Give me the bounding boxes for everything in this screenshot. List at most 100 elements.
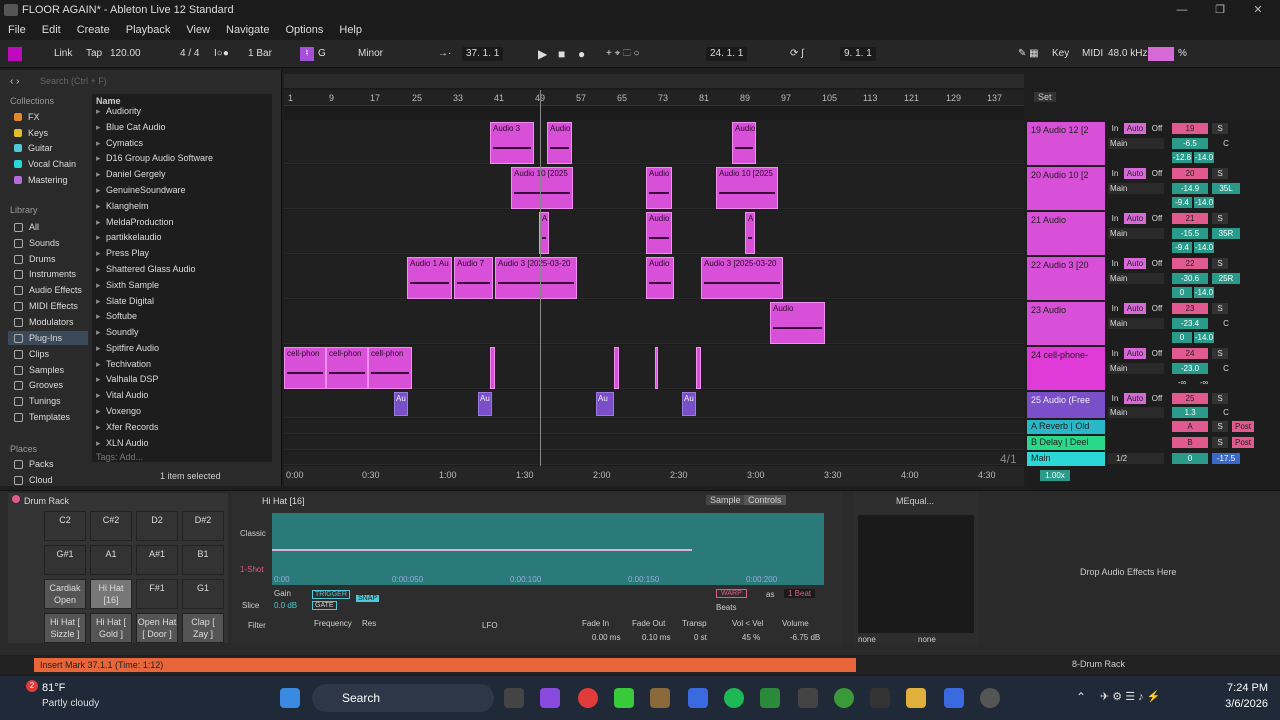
waveform-display[interactable]: 0:00 0:00:050 0:00:100 0:00:150 0:00:200	[272, 513, 824, 585]
scale-toggle-icon[interactable]: ♮	[300, 47, 314, 61]
track-header[interactable]: 19 Audio 12 [2	[1027, 122, 1105, 165]
audio-clip[interactable]	[614, 347, 619, 389]
collection-guitar[interactable]: Guitar	[14, 141, 53, 155]
app-icon[interactable]	[798, 688, 818, 708]
drum-pad[interactable]: Open Hat [ Door ]	[136, 613, 178, 643]
list-item[interactable]: Press Play	[96, 246, 149, 260]
audio-clip[interactable]: Audio 1 Au	[407, 257, 452, 299]
audio-clip[interactable]: Audio	[547, 122, 572, 164]
input-button[interactable]: In	[1108, 393, 1122, 404]
menu-playback[interactable]: Playback	[118, 24, 179, 36]
list-item[interactable]: Techivation	[96, 357, 151, 371]
auto-button[interactable]: Auto	[1124, 348, 1146, 359]
places-packs[interactable]: Packs	[14, 457, 54, 471]
solo-button[interactable]: S	[1212, 348, 1228, 359]
drum-pad[interactable]: G1	[182, 579, 224, 609]
fade-out-value[interactable]: 0.10 ms	[642, 633, 670, 642]
warp-beats[interactable]: 1 Beat	[784, 589, 816, 598]
maximize-button[interactable]: ❐	[1200, 0, 1240, 20]
auto-button[interactable]: Auto	[1124, 123, 1146, 134]
output-select[interactable]: Main	[1108, 363, 1164, 374]
solo-button[interactable]: S	[1212, 437, 1228, 448]
audio-clip[interactable]: Audio 3 [2025-03-20	[701, 257, 783, 299]
audio-clip[interactable]: Audio	[770, 302, 825, 344]
trigger-button[interactable]: TRIGGER	[312, 590, 350, 599]
drum-pad[interactable]: Clap [ Zay ]	[182, 613, 224, 643]
track-activator[interactable]: 21	[1172, 213, 1208, 224]
list-item[interactable]: Valhalla DSP	[96, 372, 158, 386]
task-view-icon[interactable]	[504, 688, 524, 708]
taskbar-search[interactable]: Search	[312, 684, 494, 712]
close-button[interactable]: ✕	[1238, 0, 1278, 20]
follow-icon[interactable]: →·	[438, 47, 451, 61]
audio-clip[interactable]: cell-phon	[326, 347, 368, 389]
drum-pad[interactable]: Hi Hat [ Gold ]	[90, 613, 132, 643]
output-select[interactable]: Main	[1108, 228, 1164, 239]
key-map-button[interactable]: Key	[1052, 47, 1069, 61]
track-activator[interactable]: 25	[1172, 393, 1208, 404]
volume-field[interactable]: -23.0	[1172, 363, 1208, 374]
library-tunings[interactable]: Tunings	[14, 394, 61, 408]
list-item[interactable]: Softube	[96, 309, 137, 323]
audio-clip[interactable]: Audio	[732, 122, 756, 164]
collection-mastering[interactable]: Mastering	[14, 173, 68, 187]
pan-field[interactable]: 35R	[1212, 228, 1240, 239]
list-item[interactable]: Audiority	[96, 104, 141, 118]
midi-map-button[interactable]: MIDI	[1082, 47, 1103, 61]
library-midi-effects[interactable]: MIDI Effects	[14, 299, 78, 313]
return-activator[interactable]: B	[1172, 437, 1208, 448]
xbox-icon[interactable]	[834, 688, 854, 708]
minimize-button[interactable]: —	[1162, 0, 1202, 20]
input-button[interactable]: In	[1108, 348, 1122, 359]
controls-tab[interactable]: Controls	[744, 495, 786, 505]
off-button[interactable]: Off	[1148, 303, 1166, 314]
pan-field[interactable]: C	[1212, 138, 1240, 149]
drum-pad[interactable]: F#1	[136, 579, 178, 609]
audio-clip[interactable]: Audio 3	[490, 122, 534, 164]
audio-clip[interactable]: Audio	[745, 212, 755, 254]
off-button[interactable]: Off	[1148, 393, 1166, 404]
ableton-live-icon[interactable]	[944, 688, 964, 708]
audio-clip[interactable]	[490, 347, 495, 389]
vol-vel-value[interactable]: 45 %	[742, 633, 760, 642]
solo-button[interactable]: S	[1212, 213, 1228, 224]
menu-create[interactable]: Create	[69, 24, 118, 36]
track-activator[interactable]: 19	[1172, 123, 1208, 134]
pan-field[interactable]: 35L	[1212, 183, 1240, 194]
track-header[interactable]: 21 Audio	[1027, 212, 1105, 255]
solo-button[interactable]: S	[1212, 421, 1228, 432]
drum-pad[interactable]: C#2	[90, 511, 132, 541]
auto-button[interactable]: Auto	[1124, 303, 1146, 314]
tray-chevron-icon[interactable]: ⌃	[1076, 690, 1086, 704]
clock-time[interactable]: 7:24 PM	[1218, 682, 1268, 694]
return-track-b[interactable]: B Delay | Deel	[1027, 436, 1105, 450]
audio-clip[interactable]: cell-phon	[284, 347, 326, 389]
drum-pad[interactable]: Hi Hat [ Sizzle ]	[44, 613, 86, 643]
overdub-icon[interactable]: + ⌖ ⬚ ○	[606, 47, 640, 61]
audio-clip[interactable]: Au	[478, 392, 492, 416]
filter-toggle[interactable]: Filter	[248, 621, 266, 630]
drum-pad[interactable]: B1	[182, 545, 224, 575]
view-toggle-icon[interactable]	[8, 47, 22, 61]
volume-field[interactable]: -23.4	[1172, 318, 1208, 329]
cue-select[interactable]: 1/2	[1108, 453, 1164, 464]
ableton-icon[interactable]	[688, 688, 708, 708]
menu-navigate[interactable]: Navigate	[218, 24, 277, 36]
audio-clip[interactable]: Au	[682, 392, 696, 416]
back-icon[interactable]: ‹ ›	[10, 76, 19, 87]
tempo-field[interactable]: 120.00	[110, 47, 141, 61]
volume-value[interactable]: -6.75 dB	[790, 633, 820, 642]
slice-mode-button[interactable]: Slice	[242, 601, 259, 610]
audio-clip[interactable]: Audio 7	[454, 257, 493, 299]
input-button[interactable]: In	[1108, 168, 1122, 179]
list-item[interactable]: Xfer Records	[96, 420, 158, 434]
output-select[interactable]: Main	[1108, 138, 1164, 149]
post-button[interactable]: Post	[1232, 437, 1254, 448]
browser-search-input[interactable]: Search (Ctrl + F)	[40, 76, 260, 90]
time-signature[interactable]: 4 / 4	[180, 47, 199, 61]
off-button[interactable]: Off	[1148, 123, 1166, 134]
track-lane[interactable]	[284, 300, 1024, 344]
sample-tab[interactable]: Sample	[706, 495, 745, 505]
opera-icon[interactable]	[578, 688, 598, 708]
device-power-icon[interactable]	[12, 495, 20, 503]
